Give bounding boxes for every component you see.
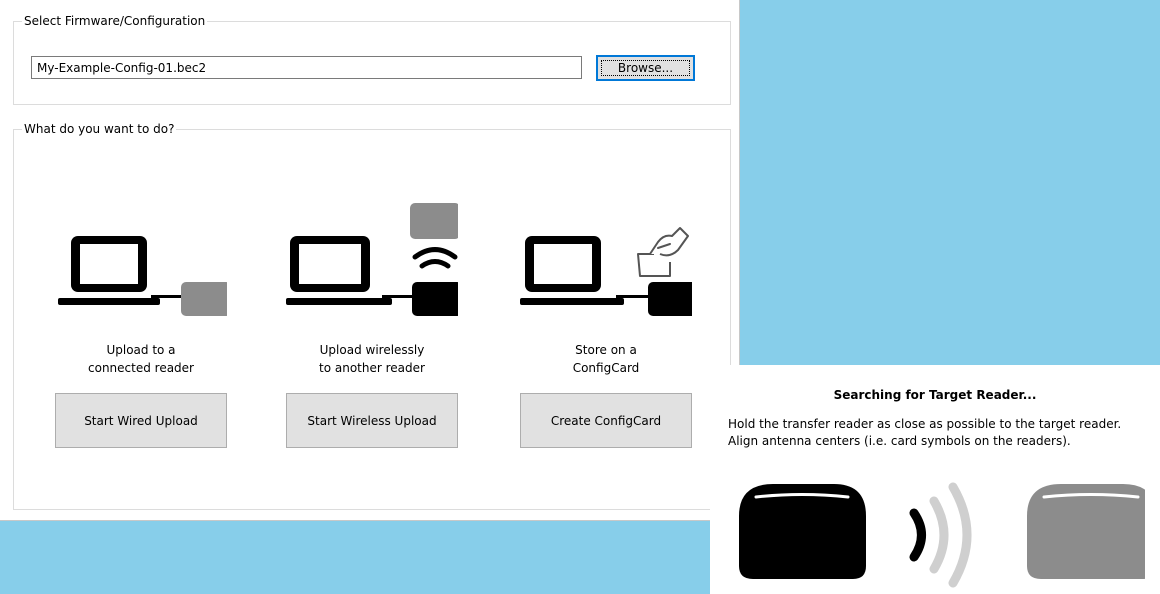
wireless-upload-caption-line1: Upload wirelessly xyxy=(319,343,425,357)
config-file-input[interactable] xyxy=(31,56,582,79)
action-group: What do you want to do? Upload to a conn… xyxy=(13,121,731,510)
browse-button[interactable]: Browse... xyxy=(596,55,695,81)
wired-upload-caption-line1: Upload to a xyxy=(106,343,176,357)
wired-upload-icon xyxy=(58,236,227,316)
firmware-config-group: Select Firmware/Configuration Browse... xyxy=(13,13,731,105)
configcard-caption-line1: Store on a xyxy=(575,343,637,357)
configcard-caption-line2: ConfigCard xyxy=(572,361,640,375)
wired-upload-caption: Upload to a connected reader xyxy=(55,341,227,377)
main-window: Select Firmware/Configuration Browse... … xyxy=(0,0,740,521)
browse-button-label: Browse... xyxy=(617,61,674,75)
wireless-upload-icon xyxy=(286,203,458,316)
wired-upload-caption-line2: connected reader xyxy=(88,361,194,375)
search-instruction-line1: Hold the transfer reader as close as pos… xyxy=(728,417,1122,431)
wireless-upload-caption-line2: to another reader xyxy=(319,361,425,375)
create-configcard-button[interactable]: Create ConfigCard xyxy=(520,393,692,448)
target-reader-icon xyxy=(1027,484,1145,579)
wireless-upload-caption: Upload wirelessly to another reader xyxy=(286,341,458,377)
signal-waves-icon xyxy=(909,482,972,588)
search-target-reader-panel: Searching for Target Reader... Hold the … xyxy=(710,365,1160,594)
configcard-icon xyxy=(520,227,692,316)
configcard-caption: Store on a ConfigCard xyxy=(520,341,692,377)
start-wireless-upload-button[interactable]: Start Wireless Upload xyxy=(286,393,458,448)
search-instructions: Hold the transfer reader as close as pos… xyxy=(728,416,1153,450)
search-instruction-line2: Align antenna centers (i.e. card symbols… xyxy=(728,434,1071,448)
firmware-config-legend: Select Firmware/Configuration xyxy=(22,13,208,29)
search-title: Searching for Target Reader... xyxy=(833,388,1037,402)
action-group-legend: What do you want to do? xyxy=(22,121,177,137)
transfer-reader-icon xyxy=(739,484,866,579)
start-wired-upload-button[interactable]: Start Wired Upload xyxy=(55,393,227,448)
reader-to-reader-transfer-icon xyxy=(739,482,1145,588)
